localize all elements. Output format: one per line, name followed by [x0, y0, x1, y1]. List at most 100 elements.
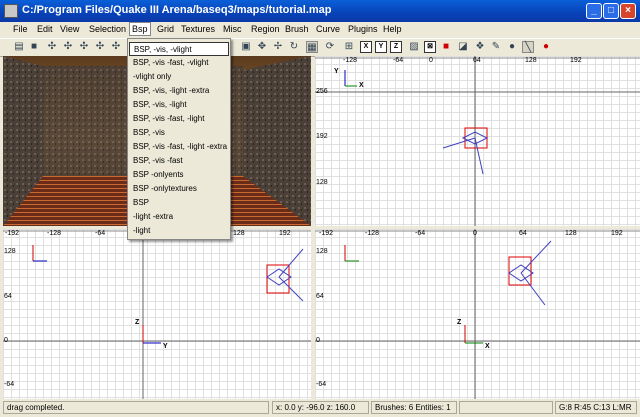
maximize-button[interactable]: □ — [603, 3, 619, 19]
front-view-xz[interactable]: -192 -128 -64 0 64 128 192 128 64 0 -64 … — [315, 229, 640, 399]
title-bar: C:/Program Files/Quake III Arena/baseq3/… — [0, 0, 640, 22]
bsp-menu-item[interactable]: BSP, -vis -fast, -vlight — [129, 56, 229, 70]
axis-label-v: Z — [457, 319, 462, 326]
tick-top: 64 — [473, 57, 481, 64]
tick-top: 192 — [279, 230, 291, 237]
tick-top: -64 — [415, 230, 426, 237]
bsp-menu-item[interactable]: BSP — [129, 196, 229, 210]
select-face-icon[interactable]: ╲ — [522, 41, 534, 53]
menu-help[interactable]: Help — [383, 24, 402, 34]
tick-top: -128 — [365, 230, 380, 237]
axis-label-v: Z — [135, 319, 140, 326]
tick-top: -128 — [47, 230, 62, 237]
bsp-menu-item[interactable]: BSP -onlytextures — [129, 182, 229, 196]
light-icon[interactable]: ● — [540, 41, 552, 53]
side-view-yz-drawing — [3, 229, 311, 399]
menu-curve[interactable]: Curve — [316, 24, 340, 34]
bsp-menu-item[interactable]: BSP, -vis -fast — [129, 154, 229, 168]
tick-left: -64 — [316, 381, 327, 388]
axis-label-v: Y — [334, 68, 339, 75]
menu-grid[interactable]: Grid — [157, 24, 174, 34]
tick-left: 64 — [4, 293, 12, 300]
entity-icon[interactable]: ✢ — [272, 41, 284, 53]
tick-left: 0 — [4, 337, 8, 344]
tick-left: 128 — [316, 248, 328, 255]
bsp-menu-item[interactable]: -light — [129, 224, 229, 238]
tick-top: -64 — [393, 57, 404, 64]
flip-y-icon[interactable]: ✣ — [78, 41, 90, 53]
menu-bar: File Edit View Selection Bsp Grid Textur… — [0, 22, 640, 38]
top-view-xy[interactable]: -128 -64 0 64 128 192 256 192 128 Y X — [315, 56, 640, 226]
select-icon[interactable]: ⊞ — [343, 41, 355, 53]
csg-merge-icon[interactable]: ⊠ — [424, 41, 436, 53]
tick-top: 128 — [565, 230, 577, 237]
texture-icon[interactable]: ◪ — [457, 41, 469, 53]
tick-left: 64 — [316, 293, 324, 300]
bsp-menu-item[interactable]: BSP, -vis, -light -extra — [129, 84, 229, 98]
csg-subtract-icon[interactable]: ▨ — [408, 41, 420, 53]
tick-top: 64 — [519, 230, 527, 237]
status-grid: G:8 R:45 C:13 L:MR — [555, 401, 637, 414]
brush-cube-icon[interactable]: ▣ — [240, 41, 252, 53]
vertex-icon[interactable]: ● — [506, 41, 518, 53]
bsp-menu-item[interactable]: BSP -onlyents — [129, 168, 229, 182]
tick-top: -128 — [343, 57, 358, 64]
menu-brush[interactable]: Brush — [285, 24, 309, 34]
status-coords: x: 0.0 y: -96.0 z: 160.0 — [272, 401, 369, 414]
hollow-icon[interactable]: ■ — [440, 41, 452, 53]
bsp-menu-item[interactable]: -vlight only — [129, 70, 229, 84]
tick-left: 192 — [316, 133, 328, 140]
camera-view-icon[interactable]: ▦ — [306, 41, 318, 53]
axis-label-h: Y — [163, 343, 168, 350]
menu-misc[interactable]: Misc — [223, 24, 242, 34]
tick-left: 0 — [316, 337, 320, 344]
bsp-menu-item[interactable]: BSP, -vis, -vlight — [129, 42, 229, 56]
menu-view[interactable]: View — [60, 24, 79, 34]
bsp-menu-item[interactable]: BSP, -vis, -light — [129, 98, 229, 112]
menu-file[interactable]: File — [13, 24, 28, 34]
tick-top: 128 — [525, 57, 537, 64]
flip-x-icon[interactable]: ✣ — [46, 41, 58, 53]
bsp-dropdown-menu: BSP, -vis, -vlight BSP, -vis -fast, -vli… — [127, 38, 231, 240]
open-icon[interactable]: ▤ — [13, 41, 25, 53]
rotate-icon[interactable]: ↻ — [288, 41, 300, 53]
menu-plugins[interactable]: Plugins — [348, 24, 378, 34]
change-view-icon[interactable]: ⟳ — [324, 41, 336, 53]
y-axis-button[interactable]: Y — [375, 41, 387, 53]
rotate-x-icon[interactable]: ✣ — [62, 41, 74, 53]
x-axis-button[interactable]: X — [360, 41, 372, 53]
menu-textures[interactable]: Textures — [181, 24, 215, 34]
minimize-button[interactable]: _ — [586, 3, 602, 19]
tick-top: -64 — [95, 230, 106, 237]
tick-top: 192 — [611, 230, 623, 237]
save-icon[interactable]: ■ — [28, 41, 40, 53]
tick-top: -192 — [5, 230, 20, 237]
window-title: C:/Program Files/Quake III Arena/baseq3/… — [22, 4, 332, 16]
tick-top: 192 — [570, 57, 582, 64]
clipper-icon[interactable]: ✥ — [256, 41, 268, 53]
tick-left: 128 — [316, 179, 328, 186]
bsp-menu-item[interactable]: BSP, -vis -fast, -light -extra — [129, 140, 229, 154]
menu-edit[interactable]: Edit — [37, 24, 53, 34]
side-view-yz[interactable]: -192 -128 -64 0 64 128 192 128 64 0 -64 … — [3, 229, 311, 399]
bsp-menu-item[interactable]: BSP, -vis — [129, 126, 229, 140]
menu-region[interactable]: Region — [251, 24, 280, 34]
paint-icon[interactable]: ✎ — [490, 41, 502, 53]
tick-top: 128 — [233, 230, 245, 237]
tick-top: 0 — [473, 230, 477, 237]
menu-selection[interactable]: Selection — [89, 24, 126, 34]
bsp-menu-item[interactable]: BSP, -vis -fast, -light — [129, 112, 229, 126]
front-view-xz-drawing — [315, 229, 640, 399]
tick-left: 128 — [4, 248, 16, 255]
z-axis-button[interactable]: Z — [390, 41, 402, 53]
status-counts: Brushes: 6 Entities: 1 — [371, 401, 457, 414]
flip-z-icon[interactable]: ✣ — [110, 41, 122, 53]
bsp-menu-item[interactable]: -light -extra — [129, 210, 229, 224]
close-button[interactable]: × — [620, 3, 636, 19]
app-icon — [4, 4, 18, 18]
axis-label-h: X — [359, 82, 364, 89]
toolbar: ▤ ■ ✣ ✣ ✣ ✣ ✣ ▣ ✥ ✢ ↻ ▦ ⟳ ⊞ X Y Z ▨ ⊠ ■ … — [0, 38, 640, 57]
rotate-y-icon[interactable]: ✣ — [94, 41, 106, 53]
menu-bsp[interactable]: Bsp — [129, 22, 151, 36]
patch-icon[interactable]: ❖ — [474, 41, 486, 53]
